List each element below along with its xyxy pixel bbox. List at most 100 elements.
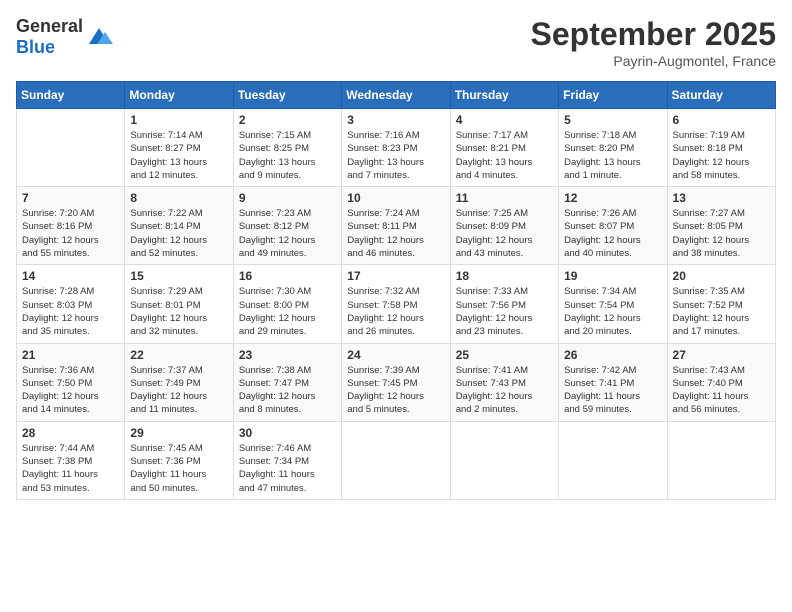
calendar-week-row: 21 Sunrise: 7:36 AMSunset: 7:50 PMDayligh… [17, 343, 776, 421]
day-info: Sunrise: 7:46 AMSunset: 7:34 PMDaylight:… [239, 442, 336, 495]
logo-general: General [16, 16, 83, 36]
calendar-cell: 15 Sunrise: 7:29 AMSunset: 8:01 PMDayligh… [125, 265, 233, 343]
calendar-cell: 2Sunrise: 7:15 AMSunset: 8:25 PMDaylight… [233, 109, 341, 187]
calendar-cell: 16 Sunrise: 7:30 AMSunset: 8:00 PMDayligh… [233, 265, 341, 343]
logo-blue: Blue [16, 37, 55, 57]
day-info: Sunrise: 7:16 AMSunset: 8:23 PMDaylight:… [347, 129, 444, 182]
calendar-cell: 8 Sunrise: 7:22 AMSunset: 8:14 PMDaylight… [125, 187, 233, 265]
calendar-cell [667, 421, 775, 499]
day-of-week-header: Thursday [450, 82, 558, 109]
day-of-week-header: Tuesday [233, 82, 341, 109]
day-number: 1 [130, 113, 227, 127]
calendar-cell: 30Sunrise: 7:46 AMSunset: 7:34 PMDayligh… [233, 421, 341, 499]
day-number: 3 [347, 113, 444, 127]
day-number: 21 [22, 348, 119, 362]
calendar-cell: 21 Sunrise: 7:36 AMSunset: 7:50 PMDayligh… [17, 343, 125, 421]
calendar-cell: 14 Sunrise: 7:28 AMSunset: 8:03 PMDayligh… [17, 265, 125, 343]
calendar-week-row: 14 Sunrise: 7:28 AMSunset: 8:03 PMDayligh… [17, 265, 776, 343]
day-info: Sunrise: 7:23 AMSunset: 8:12 PMDaylight:… [239, 207, 336, 260]
day-number: 20 [673, 269, 770, 283]
day-number: 27 [673, 348, 770, 362]
day-info: Sunrise: 7:28 AMSunset: 8:03 PMDaylight:… [22, 285, 119, 338]
day-number: 13 [673, 191, 770, 205]
day-number: 7 [22, 191, 119, 205]
day-number: 26 [564, 348, 661, 362]
day-info: Sunrise: 7:29 AMSunset: 8:01 PMDaylight:… [130, 285, 227, 338]
day-number: 24 [347, 348, 444, 362]
day-info: Sunrise: 7:39 AMSunset: 7:45 PMDaylight:… [347, 364, 444, 417]
day-info: Sunrise: 7:26 AMSunset: 8:07 PMDaylight:… [564, 207, 661, 260]
day-number: 6 [673, 113, 770, 127]
day-of-week-header: Friday [559, 82, 667, 109]
day-number: 19 [564, 269, 661, 283]
day-number: 2 [239, 113, 336, 127]
day-info: Sunrise: 7:25 AMSunset: 8:09 PMDaylight:… [456, 207, 553, 260]
day-number: 29 [130, 426, 227, 440]
day-info: Sunrise: 7:37 AMSunset: 7:49 PMDaylight:… [130, 364, 227, 417]
calendar-cell: 18 Sunrise: 7:33 AMSunset: 7:56 PMDayligh… [450, 265, 558, 343]
calendar-week-row: 1 Sunrise: 7:14 AMSunset: 8:27 PMDaylight… [17, 109, 776, 187]
calendar-cell [17, 109, 125, 187]
calendar-cell [450, 421, 558, 499]
month-title: September 2025 [531, 16, 776, 53]
day-number: 16 [239, 269, 336, 283]
calendar-cell: 3 Sunrise: 7:16 AMSunset: 8:23 PMDaylight… [342, 109, 450, 187]
day-info: Sunrise: 7:45 AMSunset: 7:36 PMDaylight:… [130, 442, 227, 495]
title-block: September 2025 Payrin-Augmontel, France [531, 16, 776, 69]
location-title: Payrin-Augmontel, France [531, 53, 776, 69]
day-number: 10 [347, 191, 444, 205]
calendar-cell: 25Sunrise: 7:41 AMSunset: 7:43 PMDayligh… [450, 343, 558, 421]
day-number: 22 [130, 348, 227, 362]
day-info: Sunrise: 7:19 AMSunset: 8:18 PMDaylight:… [673, 129, 770, 182]
calendar-cell: 17 Sunrise: 7:32 AMSunset: 7:58 PMDayligh… [342, 265, 450, 343]
day-number: 17 [347, 269, 444, 283]
day-number: 28 [22, 426, 119, 440]
calendar-cell: 24 Sunrise: 7:39 AMSunset: 7:45 PMDayligh… [342, 343, 450, 421]
calendar-cell: 10 Sunrise: 7:24 AMSunset: 8:11 PMDayligh… [342, 187, 450, 265]
day-of-week-header: Monday [125, 82, 233, 109]
day-info: Sunrise: 7:36 AMSunset: 7:50 PMDaylight:… [22, 364, 119, 417]
day-number: 12 [564, 191, 661, 205]
day-info: Sunrise: 7:33 AMSunset: 7:56 PMDaylight:… [456, 285, 553, 338]
calendar-cell: 19Sunrise: 7:34 AMSunset: 7:54 PMDayligh… [559, 265, 667, 343]
calendar-cell: 23Sunrise: 7:38 AMSunset: 7:47 PMDayligh… [233, 343, 341, 421]
day-of-week-header: Sunday [17, 82, 125, 109]
calendar-cell: 11Sunrise: 7:25 AMSunset: 8:09 PMDayligh… [450, 187, 558, 265]
day-number: 18 [456, 269, 553, 283]
calendar-table: SundayMondayTuesdayWednesdayThursdayFrid… [16, 81, 776, 500]
calendar-week-row: 7 Sunrise: 7:20 AMSunset: 8:16 PMDaylight… [17, 187, 776, 265]
calendar-cell: 26 Sunrise: 7:42 AMSunset: 7:41 PMDayligh… [559, 343, 667, 421]
day-of-week-header: Saturday [667, 82, 775, 109]
day-number: 23 [239, 348, 336, 362]
calendar-cell: 5Sunrise: 7:18 AMSunset: 8:20 PMDaylight… [559, 109, 667, 187]
calendar-cell: 22 Sunrise: 7:37 AMSunset: 7:49 PMDayligh… [125, 343, 233, 421]
day-info: Sunrise: 7:30 AMSunset: 8:00 PMDaylight:… [239, 285, 336, 338]
calendar-cell [342, 421, 450, 499]
day-info: Sunrise: 7:22 AMSunset: 8:14 PMDaylight:… [130, 207, 227, 260]
calendar-cell: 4 Sunrise: 7:17 AMSunset: 8:21 PMDaylight… [450, 109, 558, 187]
calendar-cell: 1 Sunrise: 7:14 AMSunset: 8:27 PMDaylight… [125, 109, 233, 187]
day-number: 4 [456, 113, 553, 127]
day-info: Sunrise: 7:43 AMSunset: 7:40 PMDaylight:… [673, 364, 770, 417]
day-number: 8 [130, 191, 227, 205]
logo: General Blue [16, 16, 113, 58]
day-info: Sunrise: 7:17 AMSunset: 8:21 PMDaylight:… [456, 129, 553, 182]
day-info: Sunrise: 7:32 AMSunset: 7:58 PMDaylight:… [347, 285, 444, 338]
day-number: 15 [130, 269, 227, 283]
day-info: Sunrise: 7:27 AMSunset: 8:05 PMDaylight:… [673, 207, 770, 260]
logo-text: General Blue [16, 16, 83, 58]
calendar-week-row: 28 Sunrise: 7:44 AMSunset: 7:38 PMDayligh… [17, 421, 776, 499]
day-info: Sunrise: 7:42 AMSunset: 7:41 PMDaylight:… [564, 364, 661, 417]
calendar-cell: 29 Sunrise: 7:45 AMSunset: 7:36 PMDayligh… [125, 421, 233, 499]
day-info: Sunrise: 7:20 AMSunset: 8:16 PMDaylight:… [22, 207, 119, 260]
day-info: Sunrise: 7:44 AMSunset: 7:38 PMDaylight:… [22, 442, 119, 495]
calendar-cell [559, 421, 667, 499]
day-info: Sunrise: 7:24 AMSunset: 8:11 PMDaylight:… [347, 207, 444, 260]
calendar-cell: 27 Sunrise: 7:43 AMSunset: 7:40 PMDayligh… [667, 343, 775, 421]
calendar-cell: 28 Sunrise: 7:44 AMSunset: 7:38 PMDayligh… [17, 421, 125, 499]
day-info: Sunrise: 7:35 AMSunset: 7:52 PMDaylight:… [673, 285, 770, 338]
day-info: Sunrise: 7:14 AMSunset: 8:27 PMDaylight:… [130, 129, 227, 182]
calendar-cell: 20 Sunrise: 7:35 AMSunset: 7:52 PMDayligh… [667, 265, 775, 343]
day-number: 9 [239, 191, 336, 205]
day-number: 14 [22, 269, 119, 283]
